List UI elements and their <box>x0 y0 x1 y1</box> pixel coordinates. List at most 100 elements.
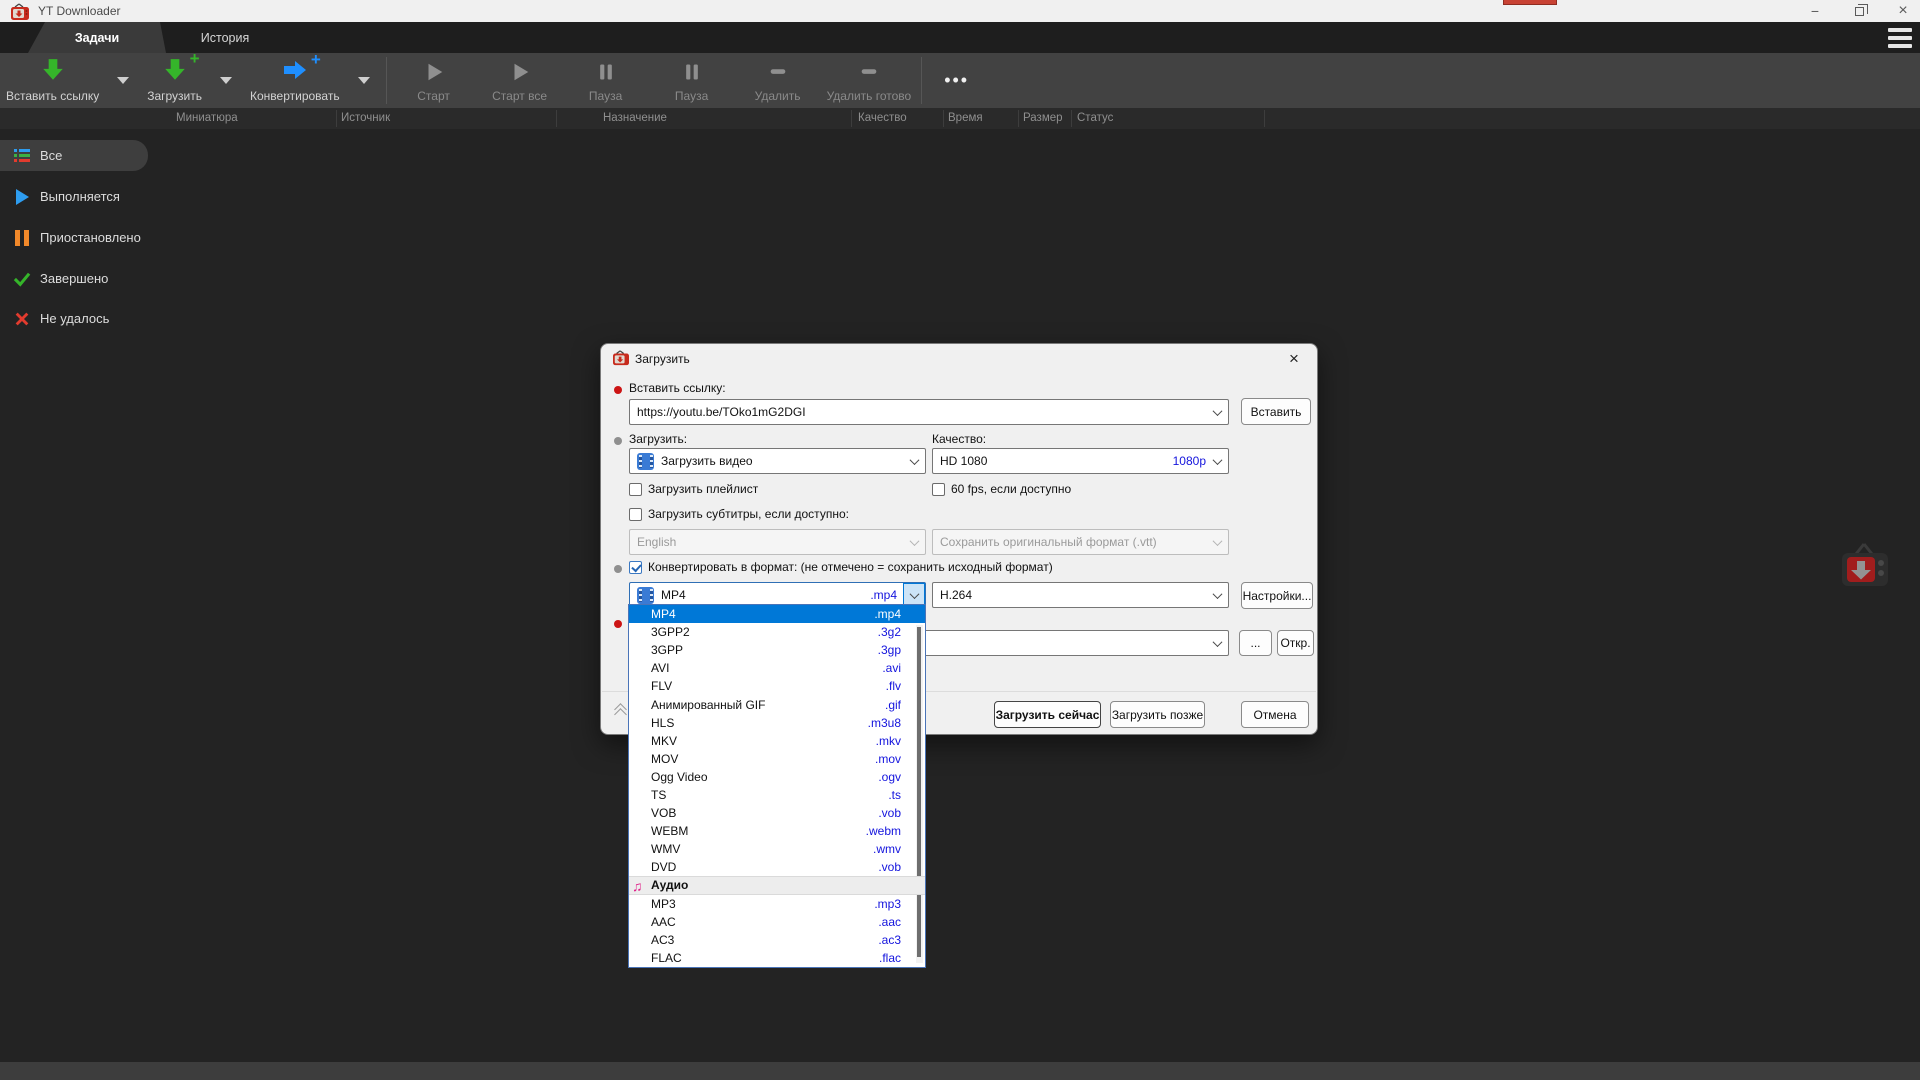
sidebar-item-приостановлено[interactable]: Приостановлено <box>0 222 200 253</box>
column-header-6[interactable]: Статус <box>1077 112 1113 124</box>
format-option-name: FLAC <box>651 951 879 965</box>
dialog-tv-icon <box>612 350 630 366</box>
toolbar-dropdown-chevron-icon[interactable] <box>117 77 129 84</box>
settings-button[interactable]: Настройки... <box>1241 582 1313 609</box>
window-title: YT Downloader <box>38 4 121 18</box>
format-option-extension: .mov <box>875 752 901 766</box>
subtitle-format-combobox: Сохранить оригинальный формат (.vtt) <box>932 529 1229 555</box>
format-option-webm[interactable]: WEBM.webm <box>629 822 925 840</box>
tab-tasks[interactable]: Задачи <box>28 22 166 53</box>
url-combobox[interactable]: https://youtu.be/TOko1mG2DGI <box>629 399 1229 425</box>
format-option-mkv[interactable]: MKV.mkv <box>629 732 925 750</box>
sidebar-item-label: Завершено <box>40 271 108 286</box>
format-option-dvd[interactable]: DVD.vob <box>629 858 925 876</box>
format-value: MP4 <box>661 588 870 602</box>
pause-icon <box>596 57 616 86</box>
close-button[interactable]: × <box>1894 2 1912 20</box>
fps-checkbox[interactable]: 60 fps, если доступно <box>932 482 1071 496</box>
format-option-extension: .ac3 <box>878 933 901 947</box>
toolbar-button-label: Пауза <box>675 89 708 103</box>
chevron-down-icon[interactable] <box>903 449 925 473</box>
column-header-1[interactable]: Источник <box>341 112 390 124</box>
toolbar-button-label: Конвертировать <box>250 89 340 103</box>
play-icon <box>423 57 445 86</box>
toolbar-dropdown-chevron-icon[interactable] <box>358 77 370 84</box>
format-option-extension: .vob <box>878 860 901 874</box>
menu-hamburger-icon[interactable] <box>1888 27 1912 49</box>
format-option-avi[interactable]: AVI.avi <box>629 659 925 677</box>
sidebar-item-завершено[interactable]: Завершено <box>0 263 200 294</box>
toolbar-button-загрузить[interactable]: +Загрузить <box>141 53 208 108</box>
toolbar-separator <box>386 57 387 104</box>
download-type-combobox[interactable]: Загрузить видео <box>629 448 926 474</box>
toolbar-dropdown-chevron-icon[interactable] <box>220 77 232 84</box>
column-header-4[interactable]: Время <box>948 112 983 124</box>
format-option-wmv[interactable]: WMV.wmv <box>629 840 925 858</box>
toolbar-button-пауза[interactable]: Пауза <box>563 53 649 108</box>
dialog-close-icon[interactable]: × <box>1283 348 1305 370</box>
format-option-name: VOB <box>651 806 878 820</box>
chevron-down-icon[interactable] <box>1206 631 1228 655</box>
tab-history[interactable]: История <box>170 22 280 53</box>
format-option-ogg-video[interactable]: Ogg Video.ogv <box>629 768 925 786</box>
paste-button[interactable]: Вставить <box>1241 398 1311 425</box>
sidebar-item-все[interactable]: Все <box>0 140 148 171</box>
format-dropdown-list: MP4.mp43GPP2.3g23GPP.3gpAVI.aviFLV.flvАн… <box>628 604 926 968</box>
toolbar-button-конвертировать[interactable]: +Конвертировать <box>244 53 346 108</box>
format-option-flv[interactable]: FLV.flv <box>629 677 925 695</box>
minimize-button[interactable]: − <box>1806 2 1824 20</box>
toolbar-button-старт-все[interactable]: Старт все <box>477 53 563 108</box>
column-header-0[interactable]: Миниатюра <box>176 112 238 124</box>
format-option-vob[interactable]: VOB.vob <box>629 804 925 822</box>
format-option-ts[interactable]: TS.ts <box>629 786 925 804</box>
toolbar-more-button[interactable]: ••• <box>926 53 987 108</box>
format-option-ac3[interactable]: AC3.ac3 <box>629 931 925 949</box>
format-option-mov[interactable]: MOV.mov <box>629 750 925 768</box>
convert-checkbox[interactable]: Конвертировать в формат: (не отмечено = … <box>629 560 1053 574</box>
format-option-3gpp2[interactable]: 3GPP2.3g2 <box>629 623 925 641</box>
subtitles-checkbox[interactable]: Загрузить субтитры, если доступно: <box>629 507 849 521</box>
codec-value: H.264 <box>940 588 1206 602</box>
column-header-2[interactable]: Назначение <box>603 112 667 124</box>
format-option-name: 3GPP <box>651 643 878 657</box>
format-option-flac[interactable]: FLAC.flac <box>629 949 925 967</box>
format-option-extension: .ts <box>888 788 901 802</box>
sidebar-item-выполняется[interactable]: Выполняется <box>0 181 200 212</box>
checkbox-unchecked-icon[interactable] <box>629 508 642 521</box>
checkbox-checked-icon[interactable] <box>629 561 642 574</box>
browse-button[interactable]: ... <box>1239 630 1272 656</box>
chevron-down-icon[interactable] <box>1206 583 1228 607</box>
toolbar-button-старт[interactable]: Старт <box>391 53 477 108</box>
toolbar-button-вставить-ссылку[interactable]: Вставить ссылку <box>0 53 105 108</box>
sidebar-item-label: Не удалось <box>40 311 109 326</box>
toolbar-button-удалить-готово[interactable]: Удалить готово <box>821 53 918 108</box>
column-header-5[interactable]: Размер <box>1023 112 1063 124</box>
cancel-button[interactable]: Отмена <box>1241 701 1309 728</box>
chevron-down-icon[interactable] <box>1206 400 1228 424</box>
playlist-checkbox[interactable]: Загрузить плейлист <box>629 482 758 496</box>
checkbox-unchecked-icon[interactable] <box>629 483 642 496</box>
chevron-down-icon[interactable] <box>1206 449 1228 473</box>
format-option-hls[interactable]: HLS.m3u8 <box>629 714 925 732</box>
format-option-3gpp[interactable]: 3GPP.3gp <box>629 641 925 659</box>
checkbox-unchecked-icon[interactable] <box>932 483 945 496</box>
open-folder-button[interactable]: Откр. <box>1277 630 1314 656</box>
sidebar-item-не-удалось[interactable]: Не удалось <box>0 303 200 334</box>
download-now-button[interactable]: Загрузить сейчас <box>994 701 1101 728</box>
column-separator <box>851 110 852 127</box>
toolbar-button-удалить[interactable]: Удалить <box>735 53 821 108</box>
toolbar-button-пауза[interactable]: Пауза <box>649 53 735 108</box>
quality-combobox[interactable]: HD 1080 1080p <box>932 448 1229 474</box>
codec-combobox[interactable]: H.264 <box>932 582 1229 608</box>
format-option-mp4[interactable]: MP4.mp4 <box>629 605 925 623</box>
download-later-button[interactable]: Загрузить позже <box>1110 701 1205 728</box>
restore-button[interactable] <box>1850 2 1868 20</box>
column-header-3[interactable]: Качество <box>858 112 907 124</box>
format-option-aac[interactable]: AAC.aac <box>629 913 925 931</box>
format-option-mp3[interactable]: MP3.mp3 <box>629 895 925 913</box>
format-option-name: MOV <box>651 752 875 766</box>
paused-orange-icon <box>12 230 32 246</box>
format-option-анимированный-gif[interactable]: Анимированный GIF.gif <box>629 695 925 713</box>
format-option-name: 3GPP2 <box>651 625 878 639</box>
required-dot <box>614 620 622 628</box>
